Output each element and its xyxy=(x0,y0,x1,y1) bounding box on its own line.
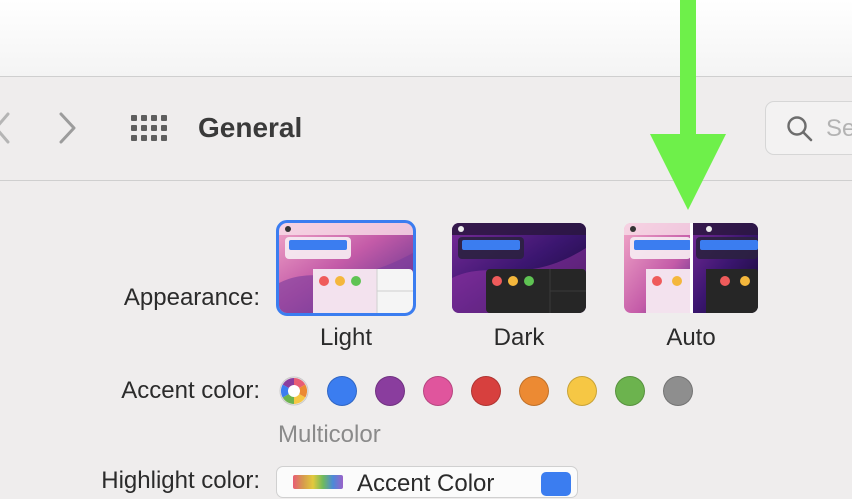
appearance-dark-thumbnail[interactable] xyxy=(452,223,586,313)
search-icon xyxy=(786,115,814,143)
highlight-color-label: Highlight color: xyxy=(101,467,260,494)
accent-red-swatch[interactable] xyxy=(471,376,501,406)
show-all-grid-icon[interactable] xyxy=(129,113,169,143)
appearance-auto-thumbnail[interactable] xyxy=(624,223,758,313)
appearance-label: Appearance: xyxy=(123,284,260,311)
search-field[interactable]: Se xyxy=(765,101,852,155)
highlight-color-popup[interactable]: Accent Color xyxy=(276,466,578,498)
accent-selected-name: Multicolor xyxy=(278,421,381,448)
page-title: General xyxy=(198,112,303,143)
accent-multicolor-swatch[interactable] xyxy=(279,376,309,406)
appearance-light-thumbnail[interactable] xyxy=(276,220,416,316)
appearance-auto-label: Auto xyxy=(666,324,716,351)
search-placeholder: Se xyxy=(826,115,852,142)
accent-yellow-swatch[interactable] xyxy=(567,376,597,406)
accent-graphite-swatch[interactable] xyxy=(663,376,693,406)
accent-blue-swatch[interactable] xyxy=(327,376,357,406)
accent-color-label: Accent color: xyxy=(121,377,260,404)
accent-purple-swatch[interactable] xyxy=(375,376,405,406)
accent-green-swatch[interactable] xyxy=(615,376,645,406)
highlight-color-value: Accent Color xyxy=(357,470,495,497)
popup-chevron-icon xyxy=(541,472,571,496)
accent-orange-swatch[interactable] xyxy=(519,376,549,406)
appearance-light-label: Light xyxy=(319,324,373,351)
accent-pink-swatch[interactable] xyxy=(423,376,453,406)
appearance-dark-label: Dark xyxy=(493,324,545,351)
forward-chevron-icon[interactable] xyxy=(54,110,84,146)
annotation-arrow-icon xyxy=(648,0,728,212)
back-chevron-icon[interactable] xyxy=(0,110,12,146)
highlight-preview-swatch xyxy=(293,475,343,489)
